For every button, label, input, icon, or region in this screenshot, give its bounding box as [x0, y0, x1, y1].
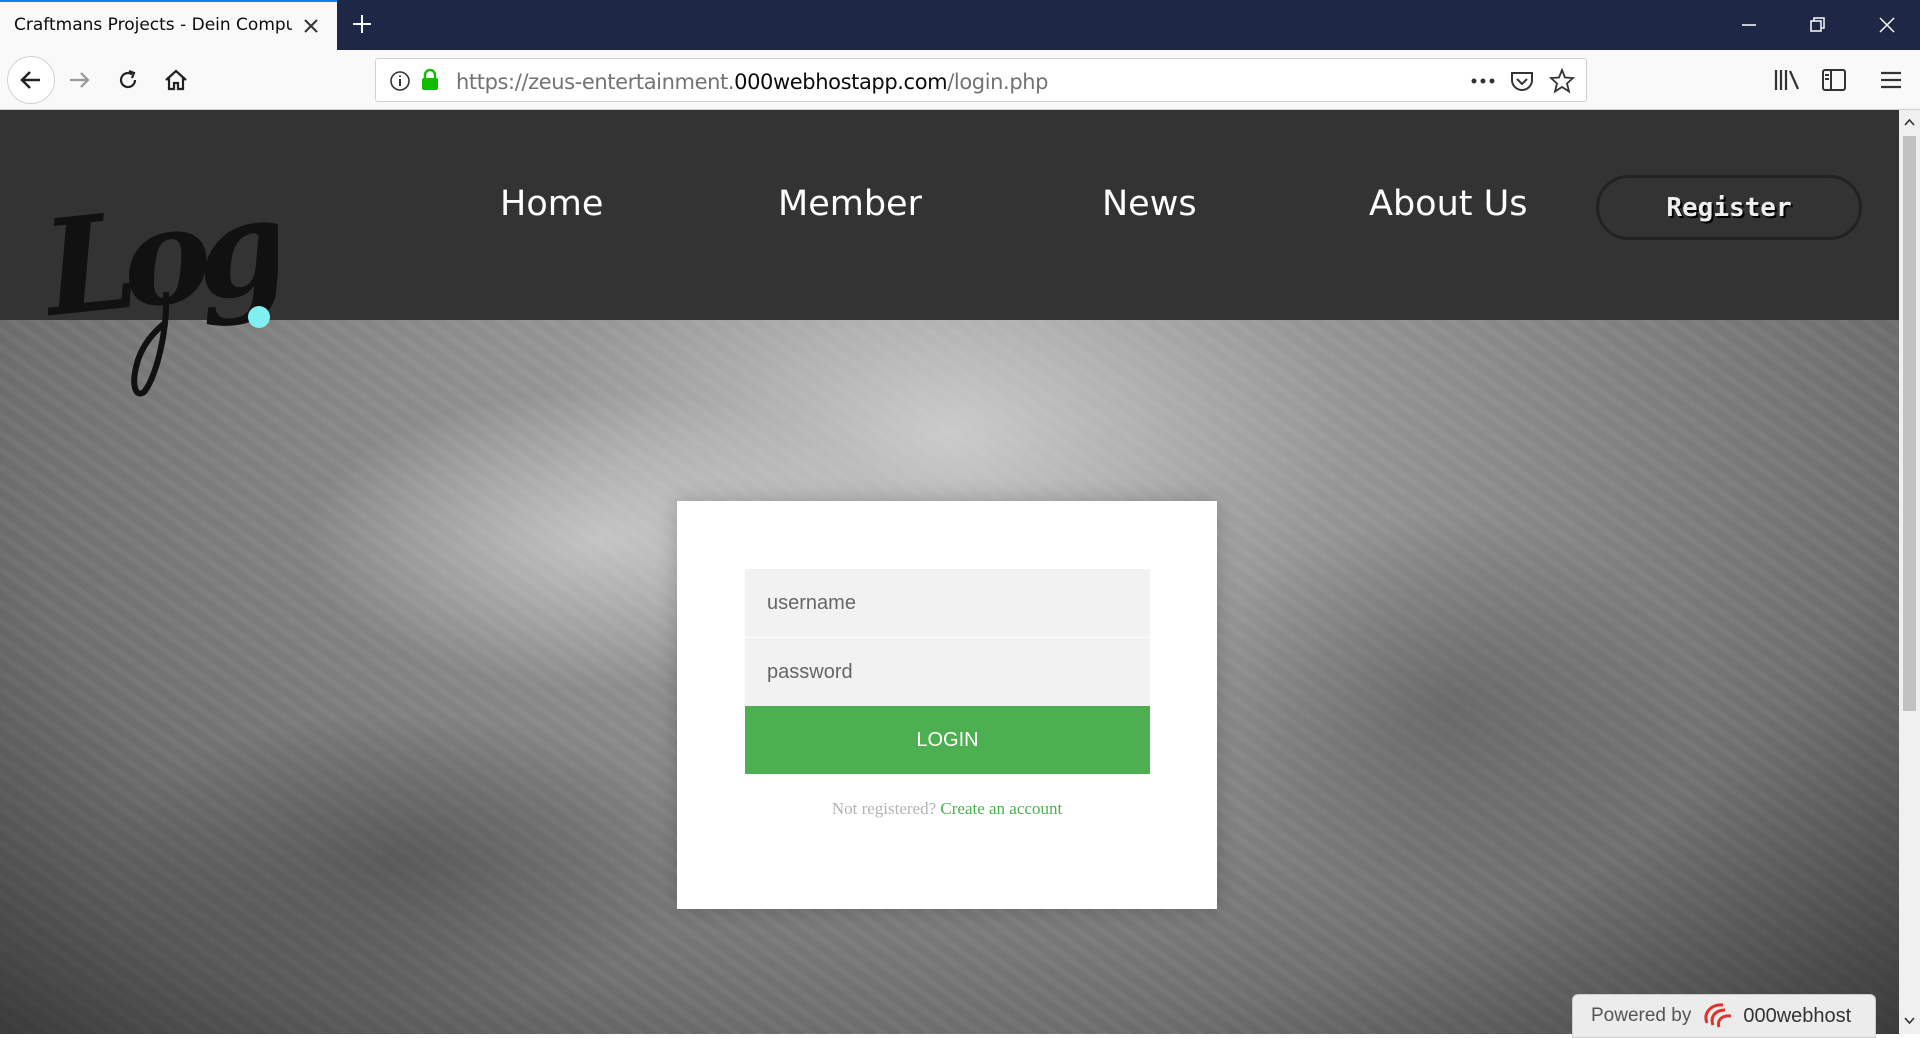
minimize-icon[interactable] — [1734, 10, 1764, 40]
forward-arrow-icon — [70, 72, 90, 88]
powered-by-text: Powered by — [1591, 1005, 1692, 1026]
nav-news[interactable]: News — [1102, 184, 1197, 224]
create-account-link[interactable]: Create an account — [940, 799, 1062, 818]
webhost-logo-icon — [1704, 1003, 1732, 1028]
site-logo[interactable]: Logo — [48, 160, 278, 410]
page-content: Home Member News About Us Register Logo … — [0, 110, 1899, 1034]
login-card: LOGIN Not registered? Create an account — [677, 501, 1217, 909]
close-window-icon[interactable] — [1872, 10, 1902, 40]
background-texture — [1200, 510, 1700, 910]
reload-button[interactable] — [108, 60, 148, 100]
nav-member[interactable]: Member — [778, 184, 922, 224]
nav-toolbar: https://zeus-entertainment.000webhostapp… — [0, 50, 1920, 110]
register-button[interactable]: Register — [1596, 175, 1862, 240]
lock-icon[interactable] — [420, 68, 440, 92]
bookmark-star-icon[interactable] — [1549, 68, 1575, 94]
page-actions-icon[interactable] — [1468, 72, 1498, 90]
back-button[interactable] — [7, 56, 55, 104]
powered-by-badge[interactable]: Powered by 000webhost — [1572, 994, 1876, 1038]
site-header: Home Member News About Us Register — [0, 110, 1899, 320]
tab-title: Craftmans Projects - Dein Compute — [14, 15, 292, 35]
webhost-brand: 000webhost — [1743, 1004, 1852, 1027]
pocket-icon[interactable] — [1509, 68, 1535, 94]
info-icon[interactable] — [389, 70, 411, 92]
new-tab-icon[interactable] — [350, 12, 374, 36]
nav-home[interactable]: Home — [500, 184, 603, 224]
close-tab-icon[interactable] — [300, 15, 322, 37]
library-icon[interactable] — [1773, 67, 1801, 93]
home-button[interactable] — [156, 60, 196, 100]
restore-icon[interactable] — [1802, 10, 1832, 40]
page-scrollbar[interactable] — [1899, 110, 1920, 1034]
not-registered-text: Not registered? — [831, 799, 937, 818]
nav-about-us[interactable]: About Us — [1369, 184, 1527, 224]
back-arrow-icon — [20, 71, 40, 89]
sidebar-icon[interactable] — [1820, 67, 1848, 93]
login-button[interactable]: LOGIN — [745, 706, 1150, 774]
scroll-up-icon[interactable] — [1903, 117, 1916, 127]
tab-bar: Craftmans Projects - Dein Compute — [0, 0, 1920, 50]
url-bar[interactable]: https://zeus-entertainment.000webhostapp… — [375, 58, 1587, 102]
register-message: Not registered? Create an account — [677, 799, 1217, 819]
browser-tab[interactable]: Craftmans Projects - Dein Compute — [0, 0, 337, 50]
background-texture — [100, 710, 700, 1010]
scroll-thumb[interactable] — [1903, 136, 1916, 711]
password-input[interactable] — [745, 638, 1150, 706]
scroll-down-icon[interactable] — [1903, 1016, 1916, 1026]
url-text[interactable]: https://zeus-entertainment.000webhostapp… — [456, 70, 1049, 94]
home-icon — [165, 69, 187, 91]
username-input[interactable] — [745, 569, 1150, 637]
logo-dot — [248, 306, 270, 328]
forward-button[interactable] — [60, 60, 100, 100]
reload-icon — [119, 69, 137, 89]
menu-icon[interactable] — [1878, 68, 1904, 92]
